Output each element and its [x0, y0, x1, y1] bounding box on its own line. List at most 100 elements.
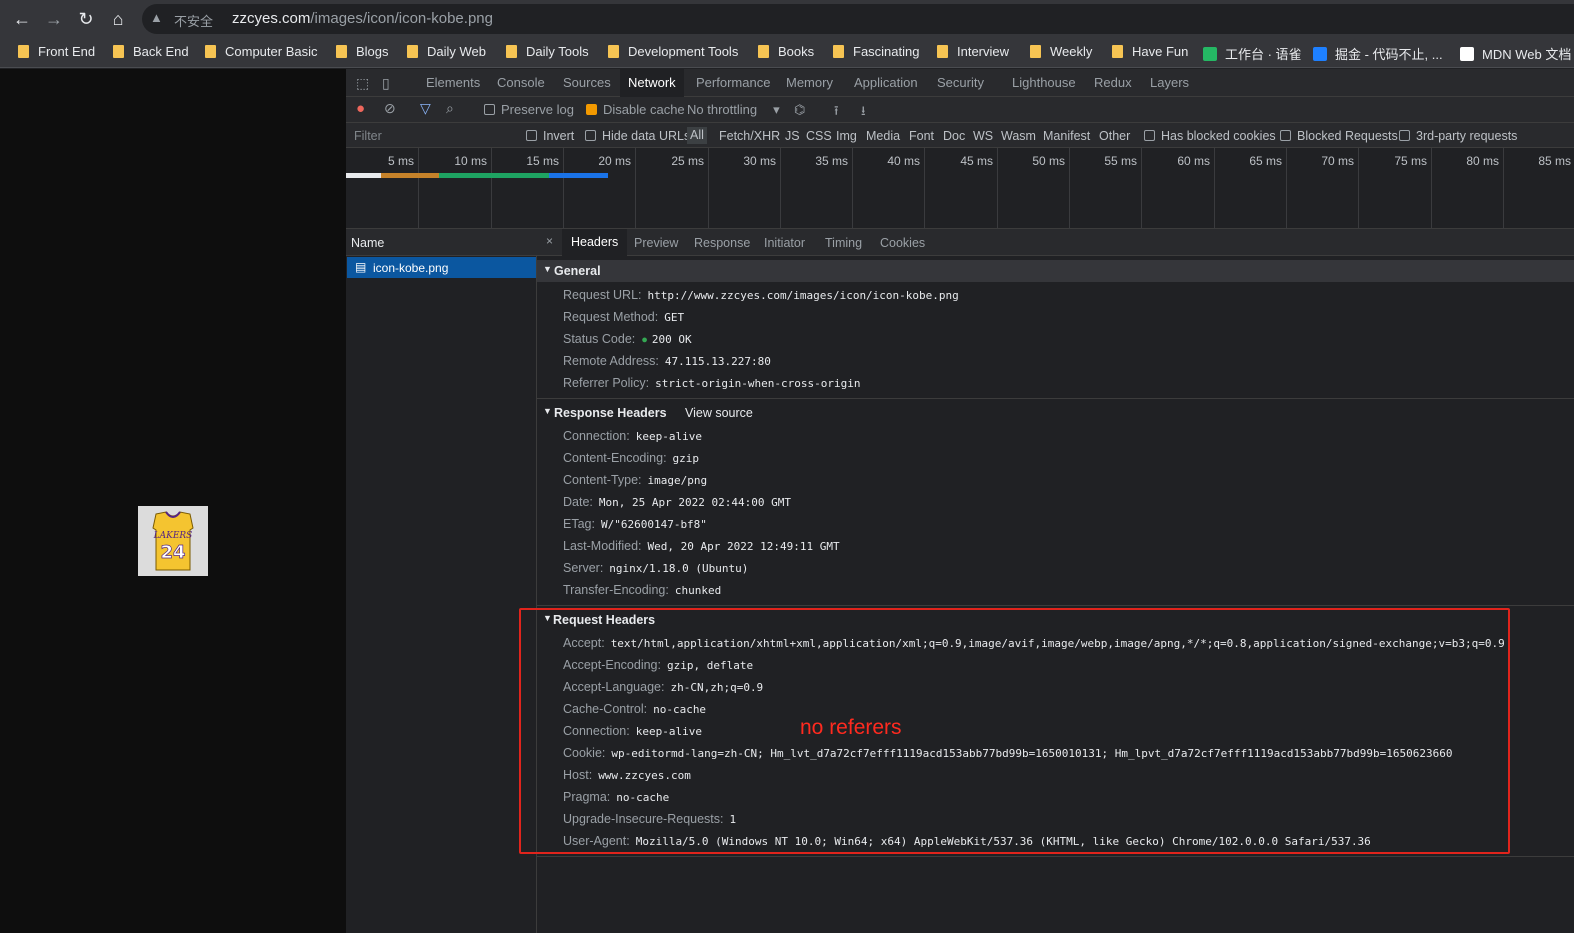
folder-icon [506, 45, 517, 58]
bookmark-daily-tools[interactable]: Daily Tools [506, 44, 589, 59]
type-manifest[interactable]: Manifest [1043, 129, 1090, 143]
tab-response[interactable]: Response [694, 236, 750, 250]
export-har-icon[interactable]: ⭳ [861, 102, 866, 124]
header-value: http://www.zzcyes.com/images/icon/icon-k… [647, 289, 959, 302]
bookmark-yuque[interactable]: 工作台 · 语雀 [1203, 44, 1302, 63]
checkbox [526, 130, 537, 141]
timeline-tick-label: 50 ms [1032, 154, 1065, 168]
tab-memory[interactable]: Memory [786, 75, 833, 90]
tab-performance[interactable]: Performance [696, 75, 770, 90]
warning-icon: ▲ [150, 10, 163, 25]
tab-timing[interactable]: Timing [825, 236, 862, 250]
bookmarks-bar: Front End Back End Computer Basic Blogs … [0, 38, 1574, 68]
clear-icon[interactable]: ⊘ [384, 100, 396, 117]
type-img[interactable]: Img [836, 129, 857, 143]
request-row[interactable]: ▤ icon-kobe.png [347, 257, 536, 278]
view-source-link[interactable]: View source [685, 406, 753, 420]
search-icon[interactable]: ⌕ [446, 100, 454, 117]
tab-sources[interactable]: Sources [563, 75, 611, 90]
close-icon[interactable]: × [546, 234, 553, 248]
has-blocked-cookies-checkbox[interactable]: Has blocked cookies [1144, 129, 1276, 143]
timeline-gridline [1431, 148, 1432, 229]
bookmark-daily-web[interactable]: Daily Web [407, 44, 486, 59]
filter-icon[interactable]: ▽ [420, 100, 431, 117]
juejin-icon [1313, 47, 1327, 61]
network-overview-timeline[interactable]: 5 ms 10 ms 15 ms 20 ms 25 ms 30 ms 35 ms 40 ms 4… [346, 148, 1574, 229]
type-wasm[interactable]: Wasm [1001, 129, 1036, 143]
response-header-row: Date: Mon, 25 Apr 2022 02:44:00 GMT [563, 495, 791, 509]
divider [537, 398, 1574, 399]
type-js[interactable]: JS [785, 129, 800, 143]
bookmark-books[interactable]: Books [758, 44, 814, 59]
type-doc[interactable]: Doc [943, 129, 965, 143]
tab-elements[interactable]: Elements [426, 75, 480, 90]
tab-cookies[interactable]: Cookies [880, 236, 925, 250]
hide-data-urls-checkbox[interactable]: Hide data URLs [585, 129, 690, 143]
import-har-icon[interactable]: ⭱ [834, 102, 839, 124]
bookmark-computer-basic[interactable]: Computer Basic [205, 44, 317, 59]
invert-label: Invert [543, 129, 575, 143]
type-css[interactable]: CSS [806, 129, 832, 143]
folder-icon [833, 45, 844, 58]
general-row: Remote Address: 47.115.13.227:80 [563, 354, 771, 368]
bookmark-blogs[interactable]: Blogs [336, 44, 389, 59]
response-headers-section-header[interactable]: ▼ Response Headers View source [537, 402, 1574, 424]
blocked-requests-checkbox[interactable]: Blocked Requests [1280, 129, 1398, 143]
bookmark-front-end[interactable]: Front End [18, 44, 95, 59]
tab-preview[interactable]: Preview [634, 236, 678, 250]
tab-security[interactable]: Security [937, 75, 984, 90]
tab-console[interactable]: Console [497, 75, 545, 90]
filter-input[interactable]: Filter [354, 129, 382, 143]
home-icon[interactable]: ⌂ [105, 6, 131, 32]
bookmark-back-end[interactable]: Back End [113, 44, 189, 59]
timeline-gridline [635, 148, 636, 229]
type-font[interactable]: Font [909, 129, 934, 143]
type-ws[interactable]: WS [973, 129, 993, 143]
tab-initiator[interactable]: Initiator [764, 236, 805, 250]
bookmark-development-tools[interactable]: Development Tools [608, 44, 738, 59]
bookmark-interview[interactable]: Interview [937, 44, 1009, 59]
tab-application[interactable]: Application [854, 75, 918, 90]
bookmark-juejin[interactable]: 掘金 - 代码不止, ... [1313, 44, 1443, 63]
has-blocked-cookies-label: Has blocked cookies [1161, 129, 1276, 143]
disable-cache-checkbox[interactable]: Disable cache [586, 102, 685, 117]
timeline-tick-label: 40 ms [887, 154, 920, 168]
type-media[interactable]: Media [866, 129, 900, 143]
hide-data-urls-label: Hide data URLs [602, 129, 691, 143]
blocked-requests-label: Blocked Requests [1297, 129, 1398, 143]
header-key: Last-Modified: [563, 539, 642, 553]
reload-icon[interactable]: ↻ [73, 6, 99, 32]
url-text[interactable]: zzcyes.com/images/icon/icon-kobe.png [232, 10, 493, 27]
type-all[interactable]: All [687, 127, 707, 144]
third-party-checkbox[interactable]: 3rd-party requests [1399, 129, 1517, 143]
network-conditions-icon[interactable]: ⌬ [794, 102, 805, 118]
jersey-number: 24 [160, 542, 185, 563]
general-section-header[interactable]: ▼ General [537, 260, 1574, 282]
bookmark-fascinating[interactable]: Fascinating [833, 44, 919, 59]
preserve-log-checkbox[interactable]: Preserve log [484, 102, 574, 117]
invert-checkbox[interactable]: Invert [526, 129, 574, 143]
bookmark-have-fun[interactable]: Have Fun [1112, 44, 1188, 59]
back-icon[interactable]: ← [9, 6, 35, 32]
timeline-tick-label: 85 ms [1538, 154, 1571, 168]
bookmark-weekly[interactable]: Weekly [1030, 44, 1092, 59]
omnibox[interactable]: ▲ 不安全 zzcyes.com/images/icon/icon-kobe.p… [142, 4, 1574, 34]
bookmark-label: Weekly [1050, 44, 1093, 59]
type-other[interactable]: Other [1099, 129, 1130, 143]
tab-headers[interactable]: Headers [562, 229, 628, 256]
tab-lighthouse[interactable]: Lighthouse [1012, 75, 1076, 90]
name-column-header[interactable]: Name [346, 229, 537, 256]
type-fetch-xhr[interactable]: Fetch/XHR [719, 129, 780, 143]
inspect-icon[interactable]: ⬚ [356, 75, 369, 92]
forward-icon[interactable]: → [41, 6, 67, 32]
tab-layers[interactable]: Layers [1150, 75, 1189, 90]
tab-network[interactable]: Network [620, 69, 684, 97]
tab-redux[interactable]: Redux [1094, 75, 1132, 90]
device-toggle-icon[interactable]: ▯ [382, 75, 390, 92]
bookmark-mdn[interactable]: MDN Web 文档 [1460, 44, 1571, 63]
throttling-select[interactable]: No throttling ▾ [687, 102, 780, 118]
record-icon[interactable]: ● [356, 100, 365, 117]
header-value: W/"62600147-bf8" [600, 518, 707, 531]
document-icon: ▤ [355, 260, 367, 274]
timeline-tick-label: 35 ms [815, 154, 848, 168]
